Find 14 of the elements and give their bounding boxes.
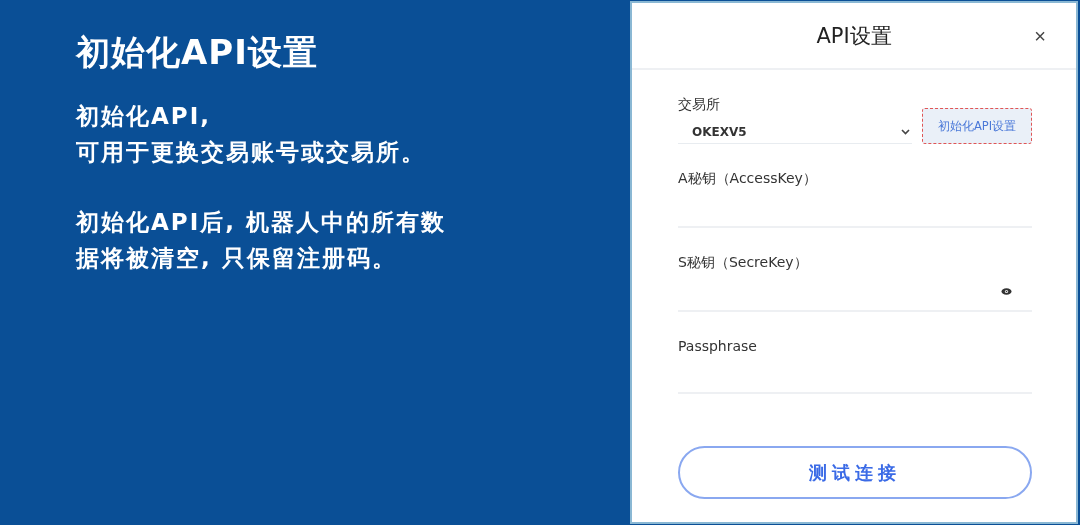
chevron-down-icon	[901, 128, 910, 135]
close-button[interactable]: ×	[1030, 25, 1050, 48]
dialog-title: API设置	[816, 22, 892, 50]
slide-paragraph: 初始化API, 可用于更换交易账号或交易所。	[76, 102, 427, 167]
reset-api-button[interactable]: 初始化API设置	[922, 108, 1032, 144]
field-label: S秘钥（SecreKey）	[678, 254, 809, 272]
field-label: Passphrase	[678, 338, 758, 354]
slide-paragraph: 初始化API后, 机器人中的所有数 据将被清空, 只保留注册码。	[76, 208, 447, 273]
field-label: A秘钥（AccessKey）	[678, 170, 818, 188]
exchange-select[interactable]: OKEXV5	[678, 120, 912, 144]
field-label: 交易所	[678, 96, 721, 114]
test-connection-button[interactable]: 测试连接	[678, 446, 1032, 499]
eye-icon[interactable]	[1001, 287, 1012, 295]
slide-title: 初始化API设置	[76, 31, 319, 74]
